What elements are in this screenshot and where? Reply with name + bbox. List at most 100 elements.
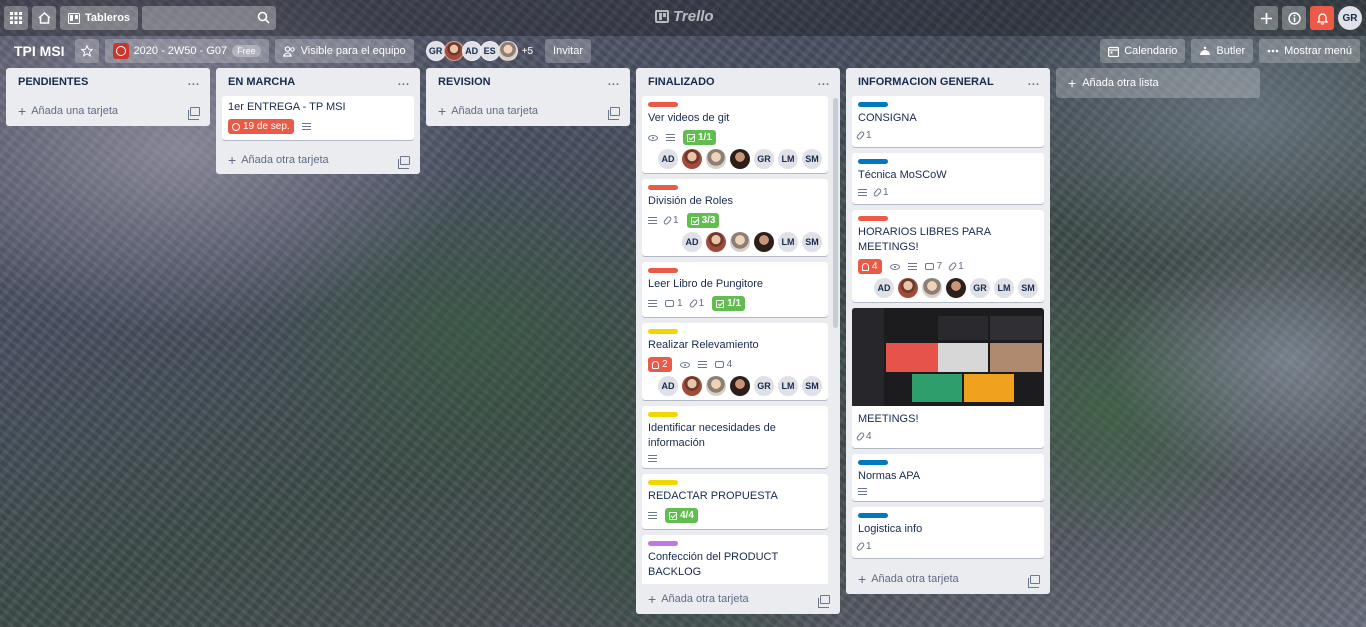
- card-member-avatar[interactable]: [730, 149, 750, 169]
- card-member-avatar[interactable]: LM: [778, 376, 798, 396]
- list-scrollbar[interactable]: [833, 98, 838, 328]
- card[interactable]: Normas APA: [852, 454, 1044, 501]
- card-template-icon[interactable]: [818, 594, 830, 608]
- card-member-avatar[interactable]: LM: [778, 232, 798, 252]
- card-member-avatar[interactable]: SM: [802, 376, 822, 396]
- member-avatar[interactable]: [497, 41, 518, 61]
- user-avatar[interactable]: GR: [1338, 6, 1362, 30]
- card[interactable]: 1er ENTREGA - TP MSI 19 de sep.: [222, 96, 414, 140]
- member-avatar[interactable]: GR: [425, 41, 446, 61]
- card-label[interactable]: [648, 185, 678, 190]
- card-member-avatar[interactable]: [706, 232, 726, 252]
- card-label[interactable]: [858, 102, 888, 107]
- add-card-button[interactable]: + Añada una tarjeta: [438, 104, 538, 118]
- card-member-avatar[interactable]: GR: [754, 376, 774, 396]
- apps-grid-icon[interactable]: [4, 6, 28, 30]
- list-menu-icon[interactable]: ...: [1028, 76, 1040, 88]
- invite-button[interactable]: Invitar: [545, 39, 591, 63]
- more-members-count[interactable]: +5: [522, 46, 533, 57]
- list-title[interactable]: REVISION: [438, 76, 491, 88]
- list-menu-icon[interactable]: ...: [608, 76, 620, 88]
- calendar-button[interactable]: Calendario: [1100, 39, 1186, 63]
- add-list-button[interactable]: + Añada otra lista: [1056, 68, 1260, 98]
- card-member-avatar[interactable]: AD: [874, 278, 894, 298]
- card-member-avatar[interactable]: [682, 376, 702, 396]
- home-icon[interactable]: [32, 6, 56, 30]
- card-template-icon[interactable]: [1028, 574, 1040, 588]
- card-label[interactable]: [648, 102, 678, 107]
- card[interactable]: Identificar necesidades de información: [642, 406, 828, 468]
- card-member-avatar[interactable]: [898, 278, 918, 298]
- card-member-avatar[interactable]: SM: [1018, 278, 1038, 298]
- card-member-avatar[interactable]: [922, 278, 942, 298]
- card[interactable]: Realizar Relevamiento 2 4 AD GR LM SM: [642, 323, 828, 400]
- create-plus-icon[interactable]: [1254, 6, 1278, 30]
- info-icon[interactable]: [1282, 6, 1306, 30]
- team-button[interactable]: 2020 - 2W50 - G07 Free: [104, 39, 269, 63]
- card-member-avatar[interactable]: [706, 376, 726, 396]
- card-label[interactable]: [648, 329, 678, 334]
- visibility-button[interactable]: Visible para el equipo: [274, 39, 414, 63]
- due-date-badge[interactable]: 19 de sep.: [228, 119, 294, 134]
- list-menu-icon[interactable]: ...: [188, 76, 200, 88]
- card-member-avatar[interactable]: SM: [802, 232, 822, 252]
- board-title[interactable]: TPI MSI: [14, 43, 65, 59]
- card-template-icon[interactable]: [398, 155, 410, 169]
- card-member-avatar[interactable]: AD: [658, 376, 678, 396]
- card-label[interactable]: [648, 541, 678, 546]
- card-label[interactable]: [858, 159, 888, 164]
- card[interactable]: Confección del PRODUCT BACKLOG: [642, 535, 828, 584]
- card-template-icon[interactable]: [608, 106, 620, 120]
- trello-logo[interactable]: Trello: [655, 8, 714, 25]
- member-avatar[interactable]: ES: [479, 41, 500, 61]
- card[interactable]: Técnica MoSCoW 1: [852, 153, 1044, 204]
- card-member-avatar[interactable]: AD: [682, 232, 702, 252]
- card-template-icon[interactable]: [188, 106, 200, 120]
- search-input[interactable]: [142, 6, 277, 30]
- boards-button[interactable]: Tableros: [60, 6, 139, 30]
- card[interactable]: REDACTAR PROPUESTA 4/4: [642, 474, 828, 529]
- butler-button[interactable]: Butler: [1191, 39, 1254, 63]
- card-member-avatar[interactable]: [754, 232, 774, 252]
- card-member-avatar[interactable]: GR: [970, 278, 990, 298]
- card[interactable]: CONSIGNA 1: [852, 96, 1044, 147]
- star-board-button[interactable]: [74, 39, 99, 63]
- list-title[interactable]: FINALIZADO: [648, 76, 715, 88]
- card-label[interactable]: [858, 460, 888, 465]
- card-member-avatar[interactable]: LM: [994, 278, 1014, 298]
- card-member-avatar[interactable]: GR: [754, 149, 774, 169]
- list-title[interactable]: PENDIENTES: [18, 76, 88, 88]
- list-title[interactable]: INFORMACION GENERAL: [858, 76, 994, 88]
- member-avatar[interactable]: [443, 41, 464, 61]
- member-avatar[interactable]: AD: [461, 41, 482, 61]
- card-member-avatar[interactable]: [946, 278, 966, 298]
- card[interactable]: HORARIOS LIBRES PARA MEETINGS! 4 7 1 AD …: [852, 210, 1044, 302]
- card-member-avatar[interactable]: LM: [778, 149, 798, 169]
- card-member-avatar[interactable]: AD: [658, 149, 678, 169]
- list-menu-icon[interactable]: ...: [818, 76, 830, 88]
- card-label[interactable]: [648, 412, 678, 417]
- add-card-button[interactable]: + Añada otra tarjeta: [858, 572, 959, 586]
- attachments-badge: 4: [855, 431, 872, 442]
- card-member-avatar[interactable]: [730, 376, 750, 396]
- card[interactable]: Logistica info 1: [852, 507, 1044, 558]
- card[interactable]: Leer Libro de Pungitore 1 1 1/1: [642, 262, 828, 317]
- card-member-avatar[interactable]: [706, 149, 726, 169]
- list-menu-icon[interactable]: ...: [398, 76, 410, 88]
- card-label[interactable]: [858, 216, 888, 221]
- show-menu-button[interactable]: Mostrar menú: [1259, 39, 1360, 63]
- card-member-avatar[interactable]: SM: [802, 149, 822, 169]
- add-card-button[interactable]: + Añada una tarjeta: [18, 104, 118, 118]
- card-label[interactable]: [648, 268, 678, 273]
- card-member-avatar[interactable]: [682, 149, 702, 169]
- list-title[interactable]: EN MARCHA: [228, 76, 295, 88]
- add-card-button[interactable]: + Añada otra tarjeta: [228, 153, 329, 167]
- card[interactable]: Ver videos de git 1/1 AD GR LM SM: [642, 96, 828, 173]
- card-member-avatar[interactable]: [730, 232, 750, 252]
- card-label[interactable]: [648, 480, 678, 485]
- card-label[interactable]: [858, 513, 888, 518]
- card[interactable]: MEETINGS! 4: [852, 308, 1044, 448]
- notifications-bell-icon[interactable]: [1310, 6, 1334, 30]
- add-card-button[interactable]: + Añada otra tarjeta: [648, 592, 749, 606]
- card[interactable]: División de Roles 1 3/3 AD LM SM: [642, 179, 828, 256]
